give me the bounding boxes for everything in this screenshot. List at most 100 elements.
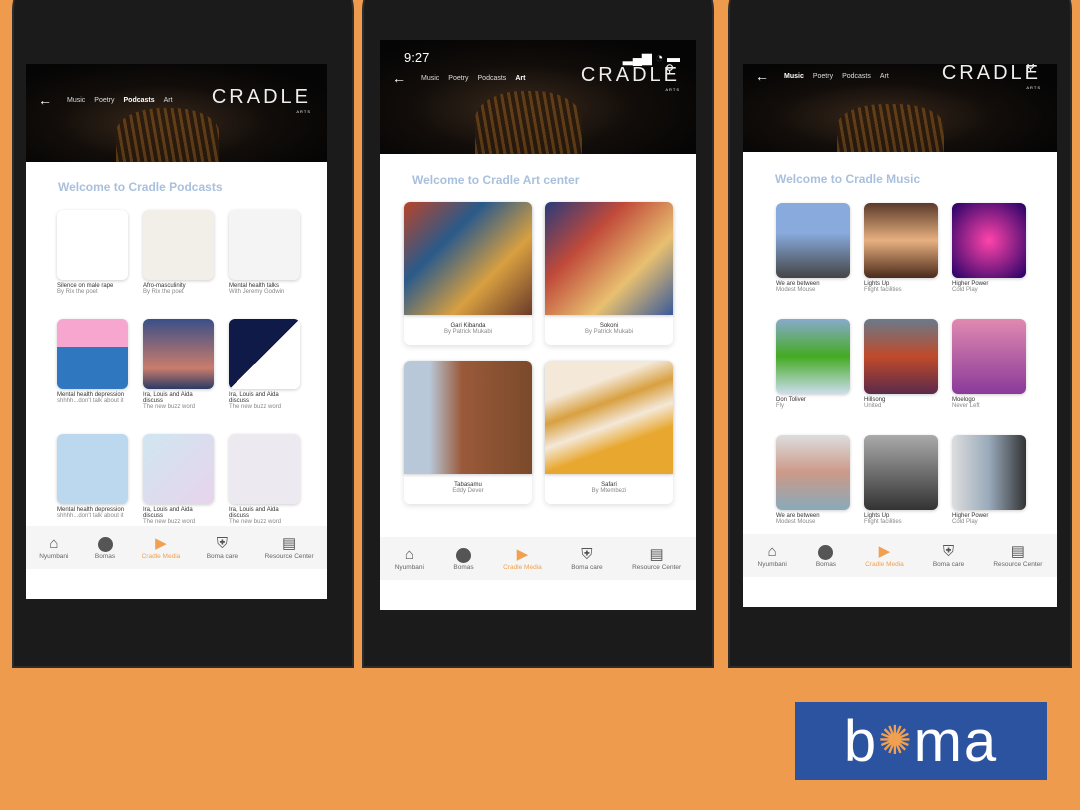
cradle-logo: CRADLE ARTS [580,64,680,92]
media-card[interactable]: Ira, Louis and Aida discuss The new buzz … [143,319,214,410]
nav-resource-center[interactable]: ▤ Resource Center [265,535,314,560]
podcasts-screen: ← Music Poetry Podcasts Art CRADLE ARTS Welcome… [26,64,327,599]
boma-logo: b ✺ ma [795,702,1047,780]
media-card[interactable]: Lights Up Flight facilities [864,435,938,525]
tab-poetry[interactable]: Poetry [813,73,833,80]
art-card[interactable]: Tabasamu Eddy Dever [404,361,532,504]
nav-label: Resource Center [264,553,314,560]
bottom-nav: ⌂ Nyumbani Bomas ▶ Cradle Media ⛨ Boma care ▤ Re… [380,537,696,580]
home-icon: ⌂ [767,543,777,560]
nav-bomas[interactable]: Bomas [816,543,836,568]
top-tabs: ← Music Poetry Podcasts Art [392,70,525,86]
nav-label: Nyumbani [757,561,787,568]
nav-label: Boma care [571,564,603,571]
tab-podcasts[interactable]: Podcasts [124,97,155,104]
podcasts-grid: Silence on male rape By Rix the poet Afro-… [57,210,300,525]
nav-resource-center[interactable]: ▤ Resource Center [632,546,681,571]
tab-art[interactable]: Art [164,97,173,104]
nav-label: Bomas [815,561,837,568]
nav-boma-care[interactable]: ⛨ Boma care [571,546,602,571]
art-card[interactable]: Safari By Mtembezi [545,361,673,504]
media-card[interactable]: Ira, Louis and Aida discuss The new buzz … [229,319,300,410]
tab-podcasts[interactable]: Podcasts [478,75,507,82]
hero-banner: ← Music Poetry Podcasts Art ⚲ CRADLE ARTS [743,64,1057,152]
tab-music[interactable]: Music [784,73,804,80]
art-card[interactable]: Gari Kibanda By Patrick Mukabi [404,202,532,345]
nav-label: Resource Center [632,564,682,571]
nav-boma-care[interactable]: ⛨ Boma care [207,535,238,560]
nav-cradle-media[interactable]: ▶ Cradle Media [503,546,542,571]
music-screen: ← Music Poetry Podcasts Art ⚲ CRADLE ARTS Welcom… [743,64,1057,607]
art-card[interactable]: Sokoni By Patrick Mukabi [545,202,673,345]
nav-nyumbani[interactable]: ⌂ Nyumbani [395,546,424,571]
cradle-logo: CRADLE ARTS [941,64,1041,90]
media-card[interactable]: Mental health talks With Jeremy Godwin [229,210,300,295]
phone-podcasts: ← Music Poetry Podcasts Art CRADLE ARTS Welcome… [12,0,354,668]
hero-banner: ← Music Poetry Podcasts Art CRADLE ARTS [26,64,327,162]
nav-resource-center[interactable]: ▤ Resource Center [993,543,1042,568]
tab-music[interactable]: Music [421,75,439,82]
library-icon: ▤ [649,546,664,563]
tab-podcasts[interactable]: Podcasts [842,73,871,80]
media-card[interactable]: Mental health depression shhhh...don't ta… [57,319,128,410]
back-arrow-icon[interactable]: ← [392,70,406,86]
page-title: Welcome to Cradle Podcasts [58,180,223,194]
bottom-nav: ⌂ Nyumbani Bomas ▶ Cradle Media ⛨ Boma care ▤ Re… [26,526,327,569]
back-arrow-icon[interactable]: ← [38,92,52,108]
nav-label: Resource Center [993,561,1043,568]
tab-art[interactable]: Art [880,73,889,80]
media-card[interactable]: Hillsong United [864,319,938,409]
media-card[interactable]: Ira, Louis and Aida discuss The new buzz … [229,434,300,525]
circle-icon [97,535,113,553]
media-card[interactable]: We are between Modest Mouse [776,435,850,525]
shield-plus-icon: ⛨ [216,535,229,552]
media-card[interactable]: Silence on male rape By Rix the poet [57,210,128,295]
page-title: Welcome to Cradle Art center [412,173,580,187]
media-card[interactable]: Lights Up Flight facilities [864,203,938,293]
tab-art[interactable]: Art [515,75,525,82]
phone-music: ← Music Poetry Podcasts Art ⚲ CRADLE ARTS Welcom… [728,0,1072,668]
tab-poetry[interactable]: Poetry [448,75,468,82]
media-card[interactable]: Don Toliver Fly [776,319,850,409]
play-icon: ▶ [878,543,891,560]
media-card[interactable]: Ira, Louis and Aida discuss The new buzz … [143,434,214,525]
nav-label: Cradle Media [503,564,542,571]
media-card[interactable]: Moelogo Never Left [952,319,1026,409]
nav-cradle-media[interactable]: ▶ Cradle Media [865,543,904,568]
home-icon: ⌂ [404,546,414,563]
hero-banner: 9:27 ▂▄▆ ◔ ▬ ← Music Poetry Podcasts Art ⚲ CRADL… [380,40,696,154]
music-grid: We are between Modest Mouse Lights Up Fligh… [776,203,1026,525]
nav-label: Cradle Media [865,561,904,568]
phone-art: 9:27 ▂▄▆ ◔ ▬ ← Music Poetry Podcasts Art ⚲ CRADL… [362,0,714,668]
nav-label: Bomas [94,553,116,560]
nav-nyumbani[interactable]: ⌂ Nyumbani [758,543,787,568]
media-card[interactable]: We are between Modest Mouse [776,203,850,293]
page-title: Welcome to Cradle Music [775,172,921,186]
tab-poetry[interactable]: Poetry [94,97,114,104]
art-screen: 9:27 ▂▄▆ ◔ ▬ ← Music Poetry Podcasts Art ⚲ CRADL… [380,40,696,610]
nav-nyumbani[interactable]: ⌂ Nyumbani [39,535,68,560]
nav-label: Nyumbani [394,564,424,571]
play-icon: ▶ [516,546,529,563]
nav-label: Nyumbani [39,553,69,560]
nav-label: Bomas [453,564,474,571]
tab-music[interactable]: Music [67,97,85,104]
nav-cradle-media[interactable]: ▶ Cradle Media [142,535,181,560]
circle-icon [456,546,472,564]
nav-boma-care[interactable]: ⛨ Boma care [933,543,964,568]
top-tabs: ← Music Poetry Podcasts Art [38,92,173,108]
media-card[interactable]: Mental health depression shhhh...don't ta… [57,434,128,525]
media-card[interactable]: Higher Power Cold Play [952,203,1026,293]
home-icon: ⌂ [49,535,59,552]
back-arrow-icon[interactable]: ← [755,68,769,84]
cradle-logo: CRADLE ARTS [211,86,311,114]
art-grid: Gari Kibanda By Patrick Mukabi Sokoni By Pa… [404,202,673,504]
nav-label: Boma care [206,553,239,560]
status-time: 9:27 [404,50,430,65]
media-card[interactable]: Higher Power Cold Play [952,435,1026,525]
nav-bomas[interactable]: Bomas [453,546,474,571]
nav-bomas[interactable]: Bomas [95,535,115,560]
top-tabs: ← Music Poetry Podcasts Art [755,68,889,84]
media-card[interactable]: Afro-masculinity By Rix the poet [143,210,214,295]
nav-label: Boma care [932,561,965,568]
